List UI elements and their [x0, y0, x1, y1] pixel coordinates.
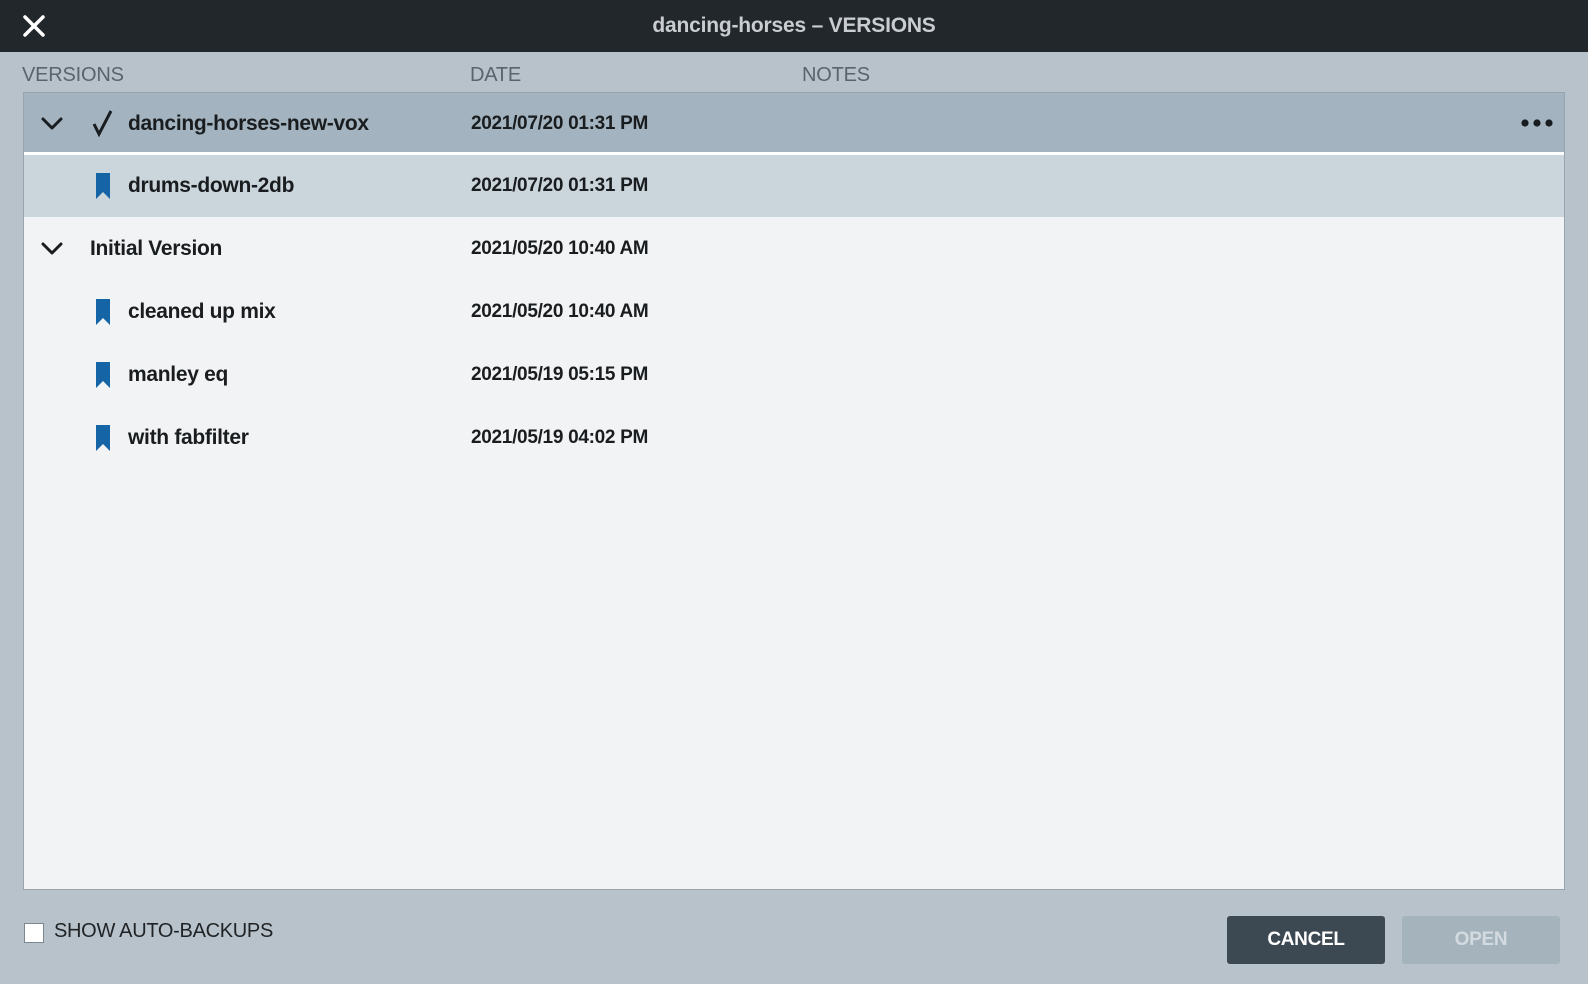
snapshot-row[interactable]: manley eq 2021/05/19 05:15 PM	[24, 344, 1564, 406]
version-row[interactable]: Initial Version 2021/05/20 10:40 AM	[24, 218, 1564, 280]
versions-list: dancing-horses-new-vox 2021/07/20 01:31 …	[23, 92, 1565, 890]
snapshot-date: 2021/05/19 04:02 PM	[471, 427, 649, 448]
column-header-notes[interactable]: NOTES	[802, 64, 870, 87]
snapshot-name: cleaned up mix	[128, 300, 276, 323]
cancel-button[interactable]: CANCEL	[1227, 916, 1385, 964]
bookmark-icon	[96, 362, 110, 388]
show-auto-backups-checkbox[interactable]	[24, 923, 44, 943]
open-button[interactable]: OPEN	[1402, 916, 1560, 964]
snapshot-date: 2021/07/20 01:31 PM	[471, 175, 649, 196]
snapshot-row[interactable]: drums-down-2db 2021/07/20 01:31 PM	[24, 155, 1564, 217]
version-date: 2021/05/20 10:40 AM	[471, 238, 649, 259]
column-header-versions[interactable]: VERSIONS	[22, 64, 124, 87]
snapshot-row[interactable]: with fabfilter 2021/05/19 04:02 PM	[24, 407, 1564, 469]
version-row[interactable]: dancing-horses-new-vox 2021/07/20 01:31 …	[24, 93, 1564, 155]
version-date: 2021/07/20 01:31 PM	[471, 113, 649, 134]
column-header-date[interactable]: DATE	[470, 64, 521, 87]
checkmark-icon	[92, 109, 114, 138]
window-title: dancing-horses – VERSIONS	[652, 14, 936, 37]
snapshot-name: with fabfilter	[128, 426, 249, 449]
snapshot-row[interactable]: cleaned up mix 2021/05/20 10:40 AM	[24, 281, 1564, 343]
bookmark-icon	[96, 299, 110, 325]
bookmark-icon	[96, 173, 110, 199]
version-name: Initial Version	[90, 237, 223, 260]
bookmark-icon	[96, 425, 110, 451]
show-auto-backups-label[interactable]: SHOW AUTO-BACKUPS	[54, 920, 273, 943]
snapshot-name: manley eq	[128, 363, 229, 386]
version-name: dancing-horses-new-vox	[128, 112, 369, 135]
snapshot-name: drums-down-2db	[128, 174, 295, 197]
chevron-down-icon[interactable]	[40, 240, 64, 258]
snapshot-date: 2021/05/20 10:40 AM	[471, 301, 649, 322]
snapshot-date: 2021/05/19 05:15 PM	[471, 364, 649, 385]
more-options-icon[interactable]	[1520, 113, 1554, 133]
title-bar: dancing-horses – VERSIONS	[0, 0, 1588, 52]
chevron-down-icon[interactable]	[40, 115, 64, 133]
